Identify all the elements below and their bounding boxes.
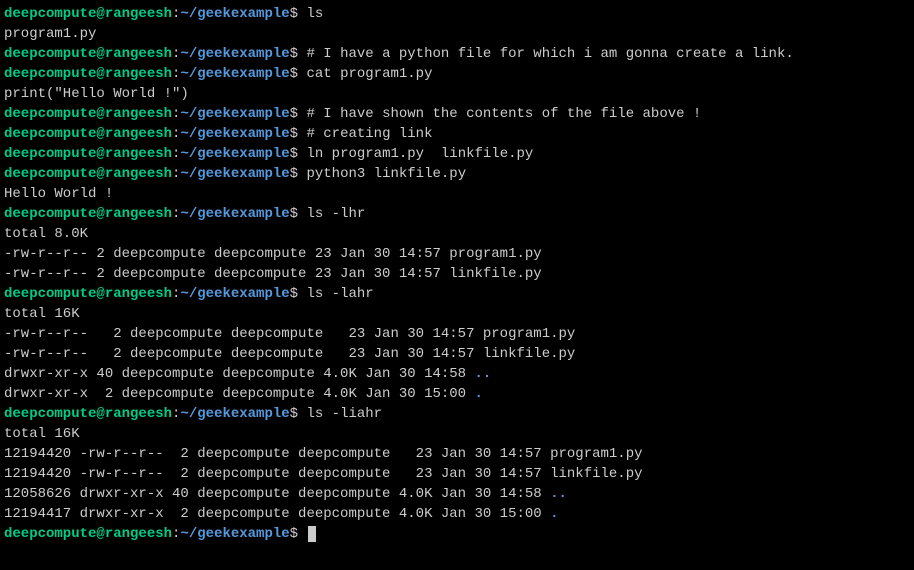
command-text: # creating link	[306, 126, 432, 142]
prompt-symbol: $	[290, 166, 307, 182]
output-line: -rw-r--r-- 2 deepcompute deepcompute 23 …	[4, 344, 910, 364]
prompt-user-host: deepcompute@rangeesh	[4, 6, 172, 22]
terminal-line: deepcompute@rangeesh:~/geekexample$ # I …	[4, 104, 910, 124]
prompt-user-host: deepcompute@rangeesh	[4, 106, 172, 122]
prompt-user-host: deepcompute@rangeesh	[4, 126, 172, 142]
terminal-line: deepcompute@rangeesh:~/geekexample$ ls -…	[4, 404, 910, 424]
output-line: drwxr-xr-x 2 deepcompute deepcompute 4.0…	[4, 384, 910, 404]
terminal-line: deepcompute@rangeesh:~/geekexample$ # I …	[4, 44, 910, 64]
terminal-line: deepcompute@rangeesh:~/geekexample$ cat …	[4, 64, 910, 84]
prompt-user-host: deepcompute@rangeesh	[4, 406, 172, 422]
prompt-symbol: $	[290, 526, 307, 542]
prompt-symbol: $	[290, 286, 307, 302]
command-text: python3 linkfile.py	[306, 166, 466, 182]
prompt-user-host: deepcompute@rangeesh	[4, 166, 172, 182]
file-details: 12058626 drwxr-xr-x 40 deepcompute deepc…	[4, 486, 550, 502]
prompt-path: ~/geekexample	[180, 46, 289, 62]
command-text: ln program1.py linkfile.py	[306, 146, 533, 162]
prompt-symbol: $	[290, 106, 307, 122]
terminal-line: deepcompute@rangeesh:~/geekexample$ ln p…	[4, 144, 910, 164]
output-line: 12194420 -rw-r--r-- 2 deepcompute deepco…	[4, 464, 910, 484]
output-line: drwxr-xr-x 40 deepcompute deepcompute 4.…	[4, 364, 910, 384]
output-line: program1.py	[4, 24, 910, 44]
terminal-line: deepcompute@rangeesh:~/geekexample$ ls	[4, 4, 910, 24]
prompt-path: ~/geekexample	[180, 286, 289, 302]
terminal-line: deepcompute@rangeesh:~/geekexample$ ls -…	[4, 204, 910, 224]
output-line: print("Hello World !")	[4, 84, 910, 104]
output-line: 12058626 drwxr-xr-x 40 deepcompute deepc…	[4, 484, 910, 504]
prompt-user-host: deepcompute@rangeesh	[4, 146, 172, 162]
prompt-path: ~/geekexample	[180, 6, 289, 22]
terminal-window[interactable]: deepcompute@rangeesh:~/geekexample$ lspr…	[4, 4, 910, 544]
command-text: # I have shown the contents of the file …	[306, 106, 701, 122]
command-text: ls	[306, 6, 323, 22]
output-line: -rw-r--r-- 2 deepcompute deepcompute 23 …	[4, 264, 910, 284]
prompt-user-host: deepcompute@rangeesh	[4, 286, 172, 302]
prompt-user-host: deepcompute@rangeesh	[4, 46, 172, 62]
prompt-symbol: $	[290, 206, 307, 222]
prompt-path: ~/geekexample	[180, 526, 289, 542]
directory-name: ..	[474, 366, 491, 382]
directory-name: ..	[550, 486, 567, 502]
prompt-path: ~/geekexample	[180, 146, 289, 162]
output-line: Hello World !	[4, 184, 910, 204]
prompt-symbol: $	[290, 66, 307, 82]
prompt-symbol: $	[290, 6, 307, 22]
output-line: -rw-r--r-- 2 deepcompute deepcompute 23 …	[4, 324, 910, 344]
prompt-path: ~/geekexample	[180, 206, 289, 222]
prompt-path: ~/geekexample	[180, 406, 289, 422]
terminal-line: deepcompute@rangeesh:~/geekexample$ # cr…	[4, 124, 910, 144]
prompt-path: ~/geekexample	[180, 66, 289, 82]
prompt-user-host: deepcompute@rangeesh	[4, 206, 172, 222]
terminal-line: deepcompute@rangeesh:~/geekexample$ pyth…	[4, 164, 910, 184]
file-details: 12194417 drwxr-xr-x 2 deepcompute deepco…	[4, 506, 550, 522]
prompt-symbol: $	[290, 126, 307, 142]
output-line: -rw-r--r-- 2 deepcompute deepcompute 23 …	[4, 244, 910, 264]
command-text: # I have a python file for which i am go…	[306, 46, 793, 62]
prompt-path: ~/geekexample	[180, 106, 289, 122]
prompt-user-host: deepcompute@rangeesh	[4, 526, 172, 542]
prompt-symbol: $	[290, 46, 307, 62]
command-text: cat program1.py	[306, 66, 432, 82]
prompt-user-host: deepcompute@rangeesh	[4, 66, 172, 82]
output-line: total 16K	[4, 424, 910, 444]
output-line: total 8.0K	[4, 224, 910, 244]
directory-name: .	[474, 386, 482, 402]
command-text: ls -lahr	[306, 286, 373, 302]
file-details: drwxr-xr-x 40 deepcompute deepcompute 4.…	[4, 366, 474, 382]
output-line: 12194417 drwxr-xr-x 2 deepcompute deepco…	[4, 504, 910, 524]
output-line: 12194420 -rw-r--r-- 2 deepcompute deepco…	[4, 444, 910, 464]
terminal-line: deepcompute@rangeesh:~/geekexample$	[4, 524, 910, 544]
cursor	[308, 526, 316, 542]
command-text: ls -lhr	[306, 206, 365, 222]
file-details: drwxr-xr-x 2 deepcompute deepcompute 4.0…	[4, 386, 474, 402]
terminal-line: deepcompute@rangeesh:~/geekexample$ ls -…	[4, 284, 910, 304]
prompt-path: ~/geekexample	[180, 166, 289, 182]
prompt-path: ~/geekexample	[180, 126, 289, 142]
prompt-symbol: $	[290, 406, 307, 422]
directory-name: .	[550, 506, 558, 522]
prompt-symbol: $	[290, 146, 307, 162]
command-text: ls -liahr	[306, 406, 382, 422]
output-line: total 16K	[4, 304, 910, 324]
